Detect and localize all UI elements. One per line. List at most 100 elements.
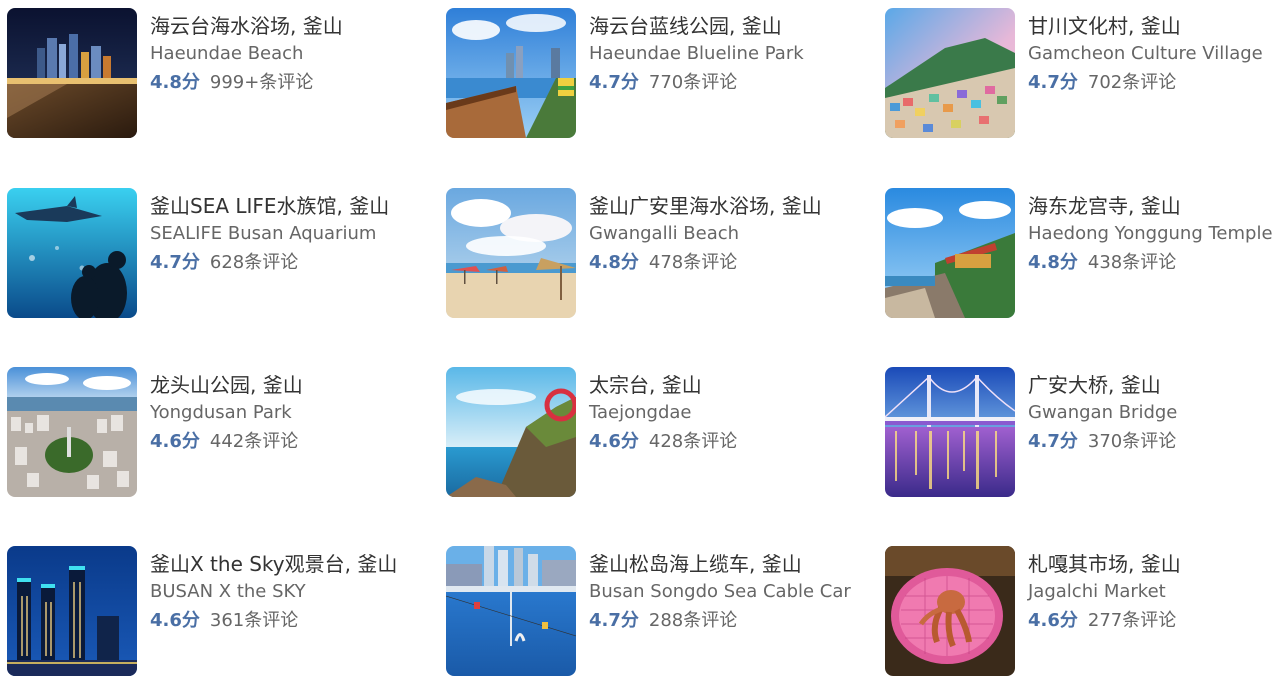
attraction-grid: 海云台海水浴场, 釜山 Haeundae Beach 4.8分 999+条评论 [0, 0, 1280, 687]
review-count[interactable]: 428条评论 [649, 427, 737, 457]
attraction-english-name: Taejongdae [589, 402, 692, 423]
attraction-title[interactable]: 釜山X the Sky观景台, 釜山 [150, 550, 397, 578]
attraction-card[interactable]: 太宗台, 釜山 Taejongdae 4.6分 428条评论 [446, 367, 876, 497]
attraction-info: 釜山SEA LIFE水族馆, 釜山 SEALIFE Busan Aquarium… [150, 188, 389, 278]
attraction-photo[interactable] [885, 367, 1015, 497]
attraction-photo[interactable] [446, 367, 576, 497]
review-count[interactable]: 438条评论 [1088, 248, 1176, 278]
rating-score: 4.7分 [150, 252, 200, 273]
attraction-english-name: Gwangan Bridge [1028, 402, 1178, 423]
attraction-photo[interactable] [7, 546, 137, 676]
attraction-info: 釜山松岛海上缆车, 釜山 Busan Songdo Sea Cable Car … [589, 546, 851, 636]
attraction-info: 广安大桥, 釜山 Gwangan Bridge 4.7分 370条评论 [1028, 367, 1177, 457]
attraction-title[interactable]: 釜山广安里海水浴场, 釜山 [589, 192, 822, 220]
attraction-card[interactable]: 海云台海水浴场, 釜山 Haeundae Beach 4.8分 999+条评论 [7, 8, 437, 138]
attraction-card[interactable]: 釜山SEA LIFE水族馆, 釜山 SEALIFE Busan Aquarium… [7, 188, 437, 318]
attraction-photo[interactable] [885, 188, 1015, 318]
octopus-basket-photo [885, 546, 1015, 676]
attraction-card[interactable]: 釜山松岛海上缆车, 釜山 Busan Songdo Sea Cable Car … [446, 546, 876, 676]
attraction-card[interactable]: 釜山广安里海水浴场, 釜山 Gwangalli Beach 4.8分 478条评… [446, 188, 876, 318]
attraction-meta: 4.7分 702条评论 [1028, 68, 1263, 98]
attraction-photo[interactable] [885, 546, 1015, 676]
seaside-temple-photo [885, 188, 1015, 318]
attraction-meta: 4.7分 288条评论 [589, 606, 851, 636]
attraction-card[interactable]: 札嘎其市场, 釜山 Jagalchi Market 4.6分 277条评论 [885, 546, 1280, 676]
review-count[interactable]: 702条评论 [1088, 68, 1176, 98]
attraction-english-name: Yongdusan Park [150, 402, 292, 423]
attraction-meta: 4.8分 478条评论 [589, 248, 822, 278]
attraction-meta: 4.7分 628条评论 [150, 248, 389, 278]
review-count[interactable]: 478条评论 [649, 248, 737, 278]
attraction-title[interactable]: 釜山松岛海上缆车, 釜山 [589, 550, 851, 578]
attraction-english-name: Haeundae Beach [150, 43, 304, 64]
attraction-english-name: SEALIFE Busan Aquarium [150, 223, 377, 244]
cable-car-bay-photo [446, 546, 576, 676]
city-aerial-photo [7, 367, 137, 497]
attraction-info: 釜山广安里海水浴场, 釜山 Gwangalli Beach 4.8分 478条评… [589, 188, 822, 278]
rating-score: 4.6分 [150, 431, 200, 452]
attraction-card[interactable]: 龙头山公园, 釜山 Yongdusan Park 4.6分 442条评论 [7, 367, 437, 497]
rating-score: 4.8分 [589, 252, 639, 273]
attraction-photo[interactable] [7, 367, 137, 497]
attraction-info: 釜山X the Sky观景台, 釜山 BUSAN X the SKY 4.6分 … [150, 546, 397, 636]
attraction-photo[interactable] [446, 546, 576, 676]
rating-score: 4.7分 [589, 610, 639, 631]
attraction-english-name: Jagalchi Market [1028, 581, 1166, 602]
attraction-photo[interactable] [446, 188, 576, 318]
review-count[interactable]: 361条评论 [210, 606, 298, 636]
attraction-card[interactable]: 釜山X the Sky观景台, 釜山 BUSAN X the SKY 4.6分 … [7, 546, 437, 676]
attraction-title[interactable]: 釜山SEA LIFE水族馆, 釜山 [150, 192, 389, 220]
attraction-title[interactable]: 海云台蓝线公园, 釜山 [589, 12, 804, 40]
attraction-english-name: Gamcheon Culture Village [1028, 43, 1263, 64]
rating-score: 4.7分 [1028, 72, 1078, 93]
attraction-card[interactable]: 海东龙宫寺, 釜山 Haedong Yonggung Temple 4.8分 4… [885, 188, 1280, 318]
rating-score: 4.7分 [589, 72, 639, 93]
aquarium-shark-photo [7, 188, 137, 318]
attraction-photo[interactable] [885, 8, 1015, 138]
attraction-photo[interactable] [446, 8, 576, 138]
attraction-meta: 4.6分 361条评论 [150, 606, 397, 636]
hillside-village-photo [885, 8, 1015, 138]
attraction-card[interactable]: 甘川文化村, 釜山 Gamcheon Culture Village 4.7分 … [885, 8, 1280, 138]
attraction-info: 甘川文化村, 釜山 Gamcheon Culture Village 4.7分 … [1028, 8, 1263, 98]
night-beach-photo [7, 8, 137, 138]
attraction-card[interactable]: 海云台蓝线公园, 釜山 Haeundae Blueline Park 4.7分 … [446, 8, 876, 138]
attraction-photo[interactable] [7, 188, 137, 318]
night-bridge-photo [885, 367, 1015, 497]
attraction-title[interactable]: 广安大桥, 釜山 [1028, 371, 1177, 399]
review-count[interactable]: 628条评论 [210, 248, 298, 278]
attraction-english-name: Gwangalli Beach [589, 223, 740, 244]
attraction-meta: 4.6分 277条评论 [1028, 606, 1181, 636]
review-count[interactable]: 370条评论 [1088, 427, 1176, 457]
review-count[interactable]: 288条评论 [649, 606, 737, 636]
attraction-meta: 4.8分 438条评论 [1028, 248, 1273, 278]
attraction-meta: 4.6分 428条评论 [589, 427, 737, 457]
attraction-title[interactable]: 海云台海水浴场, 釜山 [150, 12, 343, 40]
rating-score: 4.6分 [150, 610, 200, 631]
attraction-info: 札嘎其市场, 釜山 Jagalchi Market 4.6分 277条评论 [1028, 546, 1181, 636]
attraction-meta: 4.7分 370条评论 [1028, 427, 1177, 457]
attraction-info: 太宗台, 釜山 Taejongdae 4.6分 428条评论 [589, 367, 737, 457]
attraction-english-name: BUSAN X the SKY [150, 581, 306, 602]
review-count[interactable]: 277条评论 [1088, 606, 1176, 636]
attraction-english-name: Haedong Yonggung Temple [1028, 223, 1273, 244]
attraction-title[interactable]: 海东龙宫寺, 釜山 [1028, 192, 1273, 220]
attraction-title[interactable]: 太宗台, 釜山 [589, 371, 737, 399]
rating-score: 4.7分 [1028, 431, 1078, 452]
attraction-title[interactable]: 甘川文化村, 釜山 [1028, 12, 1263, 40]
rating-score: 4.6分 [1028, 610, 1078, 631]
attraction-info: 海云台海水浴场, 釜山 Haeundae Beach 4.8分 999+条评论 [150, 8, 343, 98]
attraction-english-name: Busan Songdo Sea Cable Car [589, 581, 851, 602]
attraction-photo[interactable] [7, 8, 137, 138]
attraction-card[interactable]: 广安大桥, 釜山 Gwangan Bridge 4.7分 370条评论 [885, 367, 1280, 497]
review-count[interactable]: 442条评论 [210, 427, 298, 457]
attraction-meta: 4.6分 442条评论 [150, 427, 303, 457]
review-count[interactable]: 999+条评论 [210, 68, 313, 98]
review-count[interactable]: 770条评论 [649, 68, 737, 98]
attraction-meta: 4.8分 999+条评论 [150, 68, 343, 98]
attraction-meta: 4.7分 770条评论 [589, 68, 804, 98]
attraction-title[interactable]: 札嘎其市场, 釜山 [1028, 550, 1181, 578]
attraction-title[interactable]: 龙头山公园, 釜山 [150, 371, 303, 399]
attraction-info: 海云台蓝线公园, 釜山 Haeundae Blueline Park 4.7分 … [589, 8, 804, 98]
rating-score: 4.6分 [589, 431, 639, 452]
